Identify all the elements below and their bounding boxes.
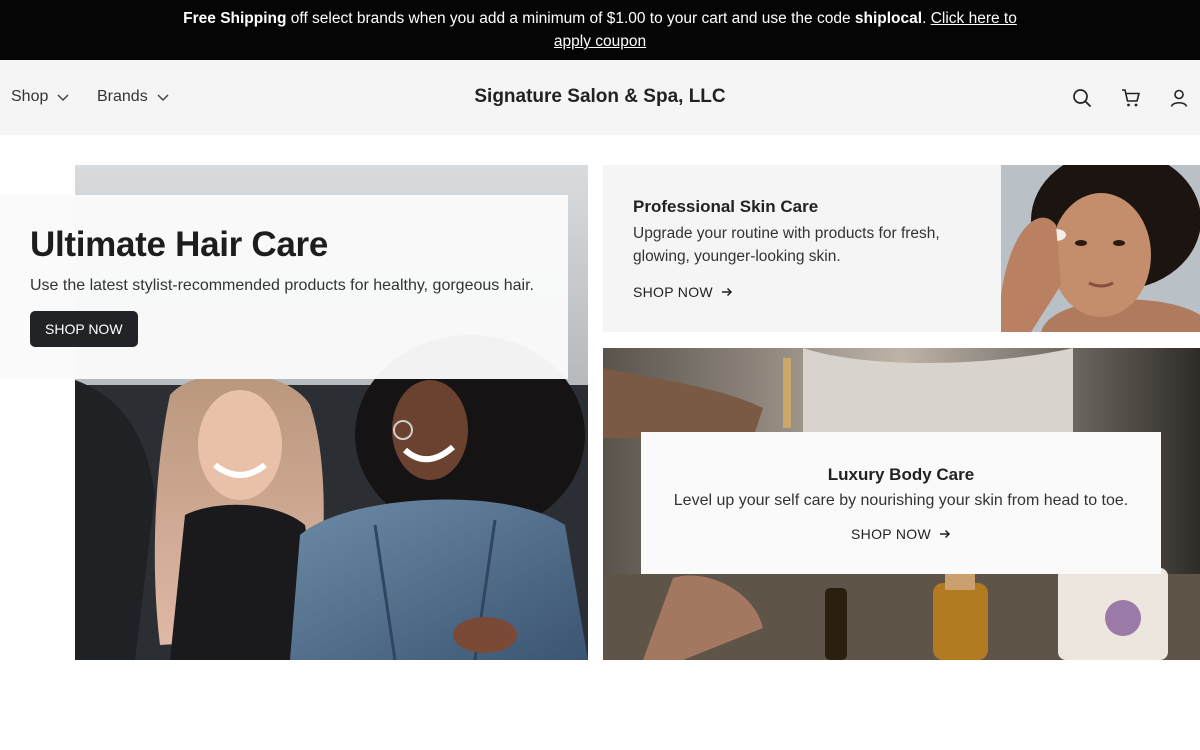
body-care-card: Luxury Body Care Level up your self care… [641, 432, 1161, 574]
announcement-period: . [922, 10, 931, 27]
body-care-title: Luxury Body Care [827, 465, 975, 484]
hair-care-title: Ultimate Hair Care [30, 225, 329, 264]
body-care-description: Level up your self care by nourishing yo… [673, 492, 1129, 509]
announcement-bold-lead: Free Shipping [183, 10, 287, 27]
skin-care-shop-label: SHOP NOW [633, 284, 713, 300]
hair-care-description: Use the latest stylist-recommended produ… [30, 277, 534, 294]
skin-care-shop-link[interactable]: SHOP NOW [633, 284, 733, 300]
cart-icon[interactable] [1120, 87, 1142, 109]
site-title[interactable]: Signature Salon & Spa, LLC [0, 86, 1200, 108]
skin-care-photo [1001, 165, 1200, 332]
skin-care-image[interactable] [1001, 165, 1200, 332]
arrow-right-icon [721, 287, 732, 297]
account-icon[interactable] [1168, 87, 1190, 109]
skin-care-card: Professional Skin Care Upgrade your rout… [603, 165, 1001, 332]
search-icon[interactable] [1071, 87, 1093, 109]
site-header: Shop Brands Signature Salon & Spa, LLC [0, 60, 1200, 135]
skin-care-description: Upgrade your routine with products for f… [633, 225, 940, 265]
hair-care-card: Ultimate Hair Care Use the latest stylis… [0, 195, 568, 379]
announcement-text: Free Shipping off select brands when you… [165, 7, 1035, 53]
arrow-right-icon [939, 529, 951, 539]
announcement-bar: Free Shipping off select brands when you… [0, 0, 1200, 60]
hair-care-shop-button[interactable]: SHOP NOW [30, 311, 138, 347]
coupon-code: shiplocal [854, 10, 923, 27]
body-care-shop-link[interactable]: SHOP NOW [851, 526, 951, 542]
announcement-middle: off select brands when you add a minimum… [286, 10, 855, 27]
body-care-shop-label: SHOP NOW [851, 526, 931, 542]
skin-care-title: Professional Skin Care [633, 197, 819, 216]
